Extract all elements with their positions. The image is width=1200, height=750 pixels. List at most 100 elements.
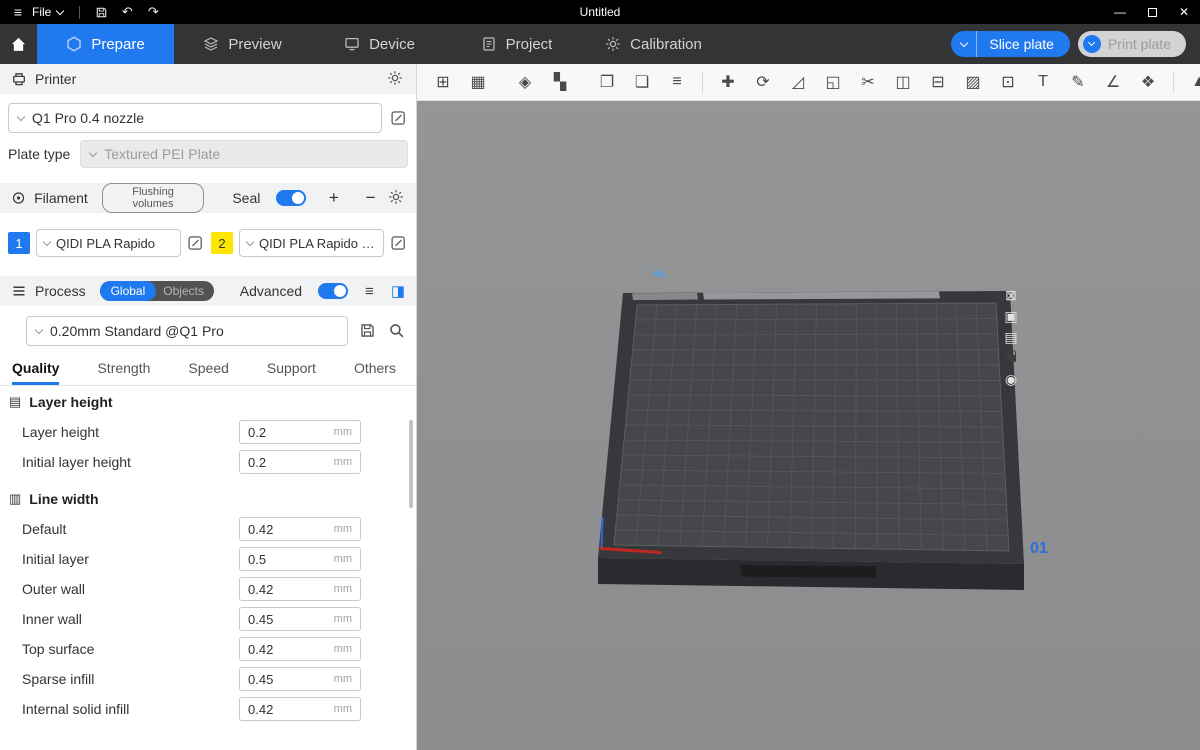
- seal-toggle[interactable]: [276, 190, 306, 206]
- lay-on-face-icon[interactable]: ◱: [823, 71, 843, 93]
- hamburger-menu-icon[interactable]: ≡: [8, 4, 28, 20]
- split-to-parts-icon[interactable]: ⊟: [928, 71, 948, 93]
- add-plate-icon[interactable]: ▦: [468, 71, 488, 93]
- tab-calibration[interactable]: Calibration: [585, 24, 722, 64]
- flushing-volumes-button[interactable]: Flushing volumes: [102, 183, 205, 213]
- printer-row: Q1 Pro 0.4 nozzle: [0, 103, 416, 133]
- redo-icon[interactable]: ↷: [140, 0, 166, 24]
- printer-settings-gear-icon[interactable]: [387, 70, 405, 88]
- tab-device[interactable]: Device: [311, 24, 448, 64]
- line-width-internal-solid-infill-input[interactable]: [248, 702, 318, 717]
- seam-painting-icon[interactable]: ✎: [1068, 71, 1088, 93]
- param-field: mm: [239, 420, 361, 444]
- object-list-icon[interactable]: ≡: [667, 71, 687, 93]
- line-width-outer-wall-input[interactable]: [248, 582, 318, 597]
- filament-1-select[interactable]: QIDI PLA Rapido: [36, 229, 181, 257]
- advanced-toggle[interactable]: [318, 283, 348, 299]
- layer-height-input[interactable]: [248, 425, 318, 440]
- plate-name-edit-icon[interactable]: ✎: [651, 265, 670, 286]
- filament-2-select[interactable]: QIDI PLA Rapido M...: [239, 229, 384, 257]
- tab-preview[interactable]: Preview: [174, 24, 311, 64]
- filament-1-color-swatch[interactable]: 1: [8, 232, 30, 254]
- arrange-icon[interactable]: ▚: [550, 71, 570, 93]
- auto-orient-icon[interactable]: ◈: [515, 71, 535, 93]
- print-plate-button[interactable]: Print plate: [1078, 31, 1186, 57]
- move-icon[interactable]: ✚: [718, 71, 738, 93]
- chevron-down-icon: [43, 237, 51, 245]
- edit-printer-icon[interactable]: [390, 109, 408, 127]
- scope-global-button[interactable]: Global: [100, 281, 157, 301]
- filament-slots-row: 1 QIDI PLA Rapido 2 QIDI PLA Rapido M...: [0, 229, 416, 257]
- remove-filament-button[interactable]: −: [361, 188, 380, 208]
- process-preset-value: 0.20mm Standard @Q1 Pro: [50, 323, 224, 339]
- printer-icon: [11, 71, 27, 87]
- assembly-view-icon[interactable]: ❖: [1138, 71, 1158, 93]
- param-field: mm: [239, 450, 361, 474]
- edit-filament-2-icon[interactable]: [390, 234, 408, 252]
- line-width-initial-layer-input[interactable]: [248, 552, 318, 567]
- close-button[interactable]: ✕: [1168, 0, 1200, 24]
- add-filament-button[interactable]: +: [324, 188, 343, 208]
- file-menu[interactable]: File: [28, 5, 71, 19]
- param-field: mm: [239, 547, 361, 571]
- parameter-list-icon[interactable]: ≡: [365, 283, 374, 300]
- filament-settings-gear-icon[interactable]: [388, 189, 405, 207]
- chevron-down-icon: [35, 325, 43, 333]
- delete-plate-icon[interactable]: ⊠: [1002, 287, 1020, 304]
- variable-layer-height-icon[interactable]: ▨: [963, 71, 983, 93]
- tab-label: Project: [506, 36, 553, 53]
- printer-select[interactable]: Q1 Pro 0.4 nozzle: [8, 103, 382, 133]
- add-object-icon[interactable]: ⊞: [433, 71, 453, 93]
- line-width-top-surface-input[interactable]: [248, 642, 318, 657]
- sidebar-scrollbar[interactable]: [409, 420, 413, 508]
- plate-name-icon[interactable]: ▤: [1002, 329, 1020, 346]
- split-to-objects-icon[interactable]: ◫: [893, 71, 913, 93]
- tab-project[interactable]: Project: [448, 24, 585, 64]
- slice-plate-button[interactable]: Slice plate: [951, 31, 1070, 57]
- print-dropdown-icon[interactable]: [1083, 35, 1101, 53]
- filament-2-color-swatch[interactable]: 2: [211, 232, 233, 254]
- save-preset-icon[interactable]: [359, 322, 377, 340]
- support-painting-icon[interactable]: ▲: [1189, 71, 1200, 93]
- plate-settings-icon[interactable]: ◉: [1002, 371, 1020, 388]
- line-width-inner-wall-input[interactable]: [248, 612, 318, 627]
- line-width-sparse-infill-input[interactable]: [248, 672, 318, 687]
- objects-panel-icon[interactable]: ◨: [391, 282, 405, 300]
- scope-objects-button[interactable]: Objects: [156, 284, 214, 298]
- import-profile-icon[interactable]: ❏: [632, 71, 652, 93]
- rotate-icon[interactable]: ⟳: [753, 71, 773, 93]
- tab-quality[interactable]: Quality: [12, 360, 59, 385]
- scale-icon[interactable]: ◿: [788, 71, 808, 93]
- tab-prepare[interactable]: Prepare: [37, 24, 174, 64]
- home-button[interactable]: [0, 24, 37, 64]
- param-label: Outer wall: [22, 581, 85, 597]
- line-width-default-input[interactable]: [248, 522, 318, 537]
- import-geometry-icon[interactable]: ❐: [597, 71, 617, 93]
- plate-image-icon[interactable]: ▣: [1002, 308, 1020, 325]
- tab-others[interactable]: Others: [354, 360, 396, 385]
- tab-speed[interactable]: Speed: [188, 360, 228, 385]
- chevron-down-icon: [89, 148, 97, 156]
- save-file-icon[interactable]: [88, 0, 114, 24]
- slice-dropdown-icon[interactable]: [951, 31, 977, 57]
- add-text-icon[interactable]: T: [1033, 71, 1053, 93]
- process-section-title: Process: [35, 283, 86, 299]
- initial-layer-height-input[interactable]: [248, 455, 318, 470]
- minimize-button[interactable]: —: [1104, 0, 1136, 24]
- preview-icon: [203, 36, 219, 52]
- measure-icon[interactable]: ∠: [1103, 71, 1123, 93]
- search-settings-icon[interactable]: [388, 322, 406, 340]
- mesh-boolean-icon[interactable]: ⊡: [998, 71, 1018, 93]
- plate-type-select[interactable]: Textured PEI Plate: [80, 140, 408, 168]
- undo-icon[interactable]: ↶: [114, 0, 140, 24]
- edit-filament-1-icon[interactable]: [187, 234, 205, 252]
- param-label: Sparse infill: [22, 671, 94, 687]
- tab-support[interactable]: Support: [267, 360, 316, 385]
- lock-plate-icon[interactable]: [1002, 350, 1020, 367]
- maximize-button[interactable]: [1136, 0, 1168, 24]
- process-preset-select[interactable]: 0.20mm Standard @Q1 Pro: [26, 316, 348, 346]
- cut-icon[interactable]: ✂: [858, 71, 878, 93]
- scene-3d[interactable]: ✎ 01: [417, 101, 1200, 750]
- process-preset-row: 0.20mm Standard @Q1 Pro: [26, 316, 406, 346]
- tab-strength[interactable]: Strength: [97, 360, 150, 385]
